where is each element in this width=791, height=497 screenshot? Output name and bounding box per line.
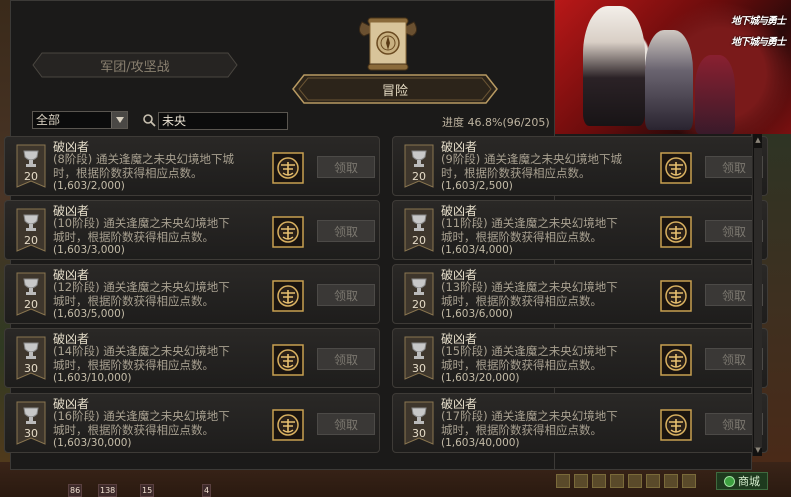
emblem-icon[interactable] (660, 409, 692, 441)
quick-slot-icon[interactable] (592, 474, 606, 488)
claim-button[interactable]: 领取 (317, 348, 375, 370)
achievement-description: (15阶段) 通关逢魔之未央幻境地下城时，根据阶数获得相应点数。 (441, 344, 618, 372)
scrollbar-thumb[interactable] (754, 148, 762, 448)
claim-button[interactable]: 领取 (317, 220, 375, 242)
hud-counter: 138 (98, 484, 118, 497)
quick-slot-icon[interactable] (610, 474, 624, 488)
quick-slot-icon[interactable] (664, 474, 678, 488)
hud-counter: 4 (202, 484, 212, 497)
dropdown-arrow-icon[interactable] (111, 112, 127, 128)
search-input[interactable]: 未央 (158, 112, 288, 130)
achievement-progress: (1,603/3,000) (53, 244, 125, 256)
banner-character (583, 6, 645, 126)
claim-button[interactable]: 领取 (317, 413, 375, 435)
achievement-description: (12阶段) 通关逢魔之未央幻境地下城时，根据阶数获得相应点数。 (53, 280, 230, 308)
points-value: 20 (412, 298, 426, 311)
banner-logo: 地下城与勇士 (731, 16, 786, 27)
points-value: 20 (412, 234, 426, 247)
shop-button[interactable]: 商城 (716, 472, 768, 490)
achievement-description: (14阶段) 通关逢魔之未央幻境地下城时，根据阶数获得相应点数。 (53, 344, 230, 372)
achievement-description: (8阶段) 通关逢魔之未央幻境地下城时，根据阶数获得相应点数。 (53, 152, 234, 180)
achievement-card: 20 破凶者 (8阶段) 通关逢魔之未央幻境地下城时，根据阶数获得相应点数。 (… (4, 136, 380, 196)
emblem-icon[interactable] (272, 280, 304, 312)
achievement-card: 20 破凶者 (10阶段) 通关逢魔之未央幻境地下城时，根据阶数获得相应点数。 … (4, 200, 380, 260)
achievement-card: 30 破凶者 (15阶段) 通关逢魔之未央幻境地下城时，根据阶数获得相应点数。 … (392, 328, 768, 388)
quick-slot-icon[interactable] (682, 474, 696, 488)
points-value: 30 (412, 427, 426, 440)
achievement-card: 20 破凶者 (9阶段) 通关逢魔之未央幻境地下城时，根据阶数获得相应点数。 (… (392, 136, 768, 196)
tab-legion-siege[interactable]: 军团/攻坚战 (32, 52, 238, 78)
search-icon[interactable] (142, 113, 156, 127)
banner-logo: 地下城与勇士 (731, 37, 786, 48)
achievement-description: (13阶段) 通关逢魔之未央幻境地下城时，根据阶数获得相应点数。 (441, 280, 618, 308)
achievement-progress: (1,603/2,500) (441, 180, 513, 192)
list-scrollbar[interactable]: ▲ ▼ (752, 134, 762, 456)
points-value: 20 (24, 170, 38, 183)
hud-quick-icons (556, 474, 696, 490)
quick-slot-icon[interactable] (646, 474, 660, 488)
shop-label: 商城 (738, 475, 760, 488)
quick-slot-icon[interactable] (556, 474, 570, 488)
achievement-progress: (1,603/5,000) (53, 308, 125, 320)
achievement-card: 30 破凶者 (16阶段) 通关逢魔之未央幻境地下城时，根据阶数获得相应点数。 … (4, 393, 380, 453)
achievement-description: (10阶段) 通关逢魔之未央幻境地下城时，根据阶数获得相应点数。 (53, 216, 230, 244)
points-value: 20 (412, 170, 426, 183)
achievement-card: 30 破凶者 (17阶段) 通关逢魔之未央幻境地下城时，根据阶数获得相应点数。 … (392, 393, 768, 453)
claim-button[interactable]: 领取 (317, 156, 375, 178)
emblem-icon[interactable] (272, 216, 304, 248)
achievement-description: (17阶段) 通关逢魔之未央幻境地下城时，根据阶数获得相应点数。 (441, 409, 618, 437)
emblem-icon[interactable] (660, 152, 692, 184)
tab-label: 冒险 (381, 83, 408, 99)
claim-button[interactable]: 领取 (317, 284, 375, 306)
achievement-card: 20 破凶者 (11阶段) 通关逢魔之未央幻境地下城时，根据阶数获得相应点数。 … (392, 200, 768, 260)
scroll-compass-icon (352, 12, 424, 76)
achievement-progress: (1,603/40,000) (441, 437, 520, 449)
scroll-down-arrow-icon[interactable]: ▼ (754, 446, 762, 454)
category-select-value: 全部 (36, 113, 61, 127)
achievement-description: (9阶段) 通关逢魔之未央幻境地下城时，根据阶数获得相应点数。 (441, 152, 622, 180)
tab-adventure[interactable]: 冒险 (292, 74, 498, 104)
emblem-icon[interactable] (660, 344, 692, 376)
banner-character (645, 30, 693, 130)
tab-label: 军团/攻坚战 (100, 59, 170, 75)
category-select[interactable]: 全部 (32, 111, 128, 129)
achievement-card: 30 破凶者 (14阶段) 通关逢魔之未央幻境地下城时，根据阶数获得相应点数。 … (4, 328, 380, 388)
emblem-icon[interactable] (272, 409, 304, 441)
achievement-card: 20 破凶者 (13阶段) 通关逢魔之未央幻境地下城时，根据阶数获得相应点数。 … (392, 264, 768, 324)
hud-counter: 86 (68, 484, 83, 497)
points-value: 30 (24, 427, 38, 440)
achievement-progress: (1,603/4,000) (441, 244, 513, 256)
achievement-progress: (1,603/6,000) (441, 308, 513, 320)
emblem-icon[interactable] (272, 344, 304, 376)
quick-slot-icon[interactable] (574, 474, 588, 488)
promo-banner[interactable]: 地下城与勇士 地下城与勇士 (555, 0, 791, 134)
points-value: 30 (412, 362, 426, 375)
coin-icon (724, 475, 735, 487)
emblem-icon[interactable] (660, 216, 692, 248)
emblem-icon[interactable] (272, 152, 304, 184)
scroll-up-arrow-icon[interactable]: ▲ (754, 136, 762, 144)
achievement-card: 20 破凶者 (12阶段) 通关逢魔之未央幻境地下城时，根据阶数获得相应点数。 … (4, 264, 380, 324)
achievement-progress: (1,603/10,000) (53, 372, 132, 384)
hud-counter: 15 (140, 484, 155, 497)
points-value: 30 (24, 362, 38, 375)
emblem-icon[interactable] (660, 280, 692, 312)
points-value: 20 (24, 298, 38, 311)
achievement-progress: (1,603/30,000) (53, 437, 132, 449)
achievement-progress: (1,603/2,000) (53, 180, 125, 192)
achievement-progress: (1,603/20,000) (441, 372, 520, 384)
achievement-description: (16阶段) 通关逢魔之未央幻境地下城时，根据阶数获得相应点数。 (53, 409, 230, 437)
achievement-description: (11阶段) 通关逢魔之未央幻境地下城时，根据阶数获得相应点数。 (441, 216, 618, 244)
progress-text: 进度 46.8%(96/205) (442, 116, 550, 129)
banner-character (695, 55, 735, 134)
quick-slot-icon[interactable] (628, 474, 642, 488)
points-value: 20 (24, 234, 38, 247)
